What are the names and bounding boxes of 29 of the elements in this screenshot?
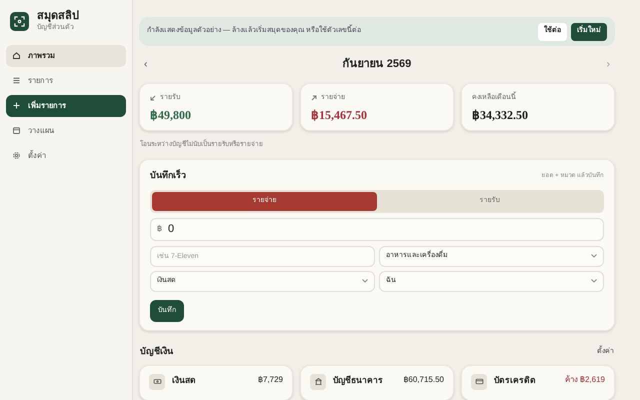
credit-card-icon bbox=[471, 374, 487, 390]
home-icon bbox=[12, 51, 21, 60]
quick-entry-title: บันทึกเร็ว bbox=[150, 169, 186, 182]
app-logo-icon bbox=[10, 12, 29, 31]
month-title: กันยายน 2569 bbox=[342, 56, 412, 72]
account-name: เงินสด bbox=[172, 374, 197, 386]
chevron-down-icon bbox=[362, 279, 368, 284]
plus-icon bbox=[12, 101, 21, 110]
calendar-icon bbox=[12, 126, 21, 135]
bank-icon bbox=[310, 374, 326, 390]
account-balance: ค้าง ฿2,619 bbox=[564, 374, 605, 386]
account-balance: ฿60,715.50 bbox=[403, 374, 444, 386]
chevron-down-icon bbox=[591, 279, 597, 284]
account-name: บัญชีธนาคาร bbox=[333, 374, 384, 386]
currency-symbol: ฿ bbox=[157, 224, 162, 233]
cash-icon bbox=[149, 374, 165, 390]
list-icon bbox=[12, 76, 21, 85]
accounts-title: บัญชีเงิน bbox=[140, 345, 173, 358]
summary-value: ฿34,332.50 bbox=[472, 107, 529, 124]
app-name: สมุดสลิป bbox=[37, 10, 79, 23]
arrow-down-left-icon bbox=[150, 94, 156, 101]
summary-value: ฿15,467.50 bbox=[311, 107, 368, 124]
account-balance: ฿7,729 bbox=[258, 374, 283, 386]
previous-month-button[interactable]: ‹ bbox=[144, 56, 148, 72]
arrow-up-right-icon bbox=[311, 94, 317, 101]
account-name: บัตรเครดิต bbox=[494, 374, 537, 386]
summary-value: ฿49,800 bbox=[150, 107, 192, 124]
chevron-down-icon bbox=[591, 254, 597, 258]
settings-icon bbox=[12, 151, 21, 160]
